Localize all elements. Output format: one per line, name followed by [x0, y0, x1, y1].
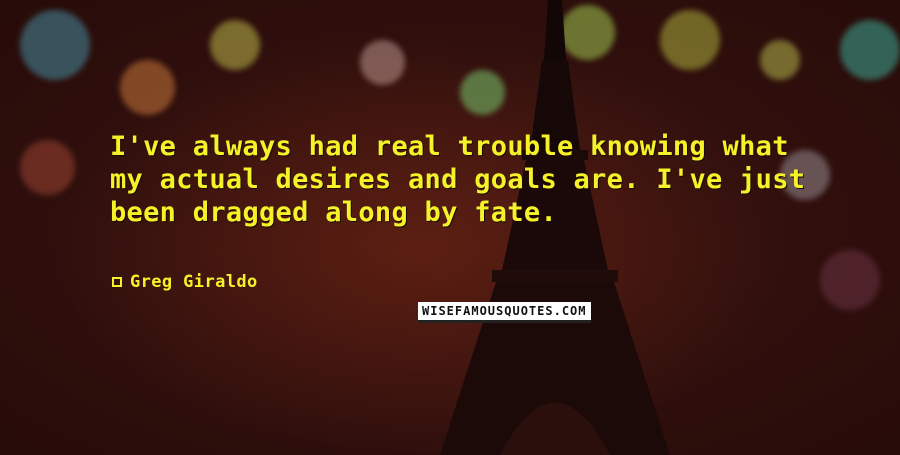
bokeh-light [840, 20, 900, 80]
bokeh-light [210, 20, 260, 70]
author-line: Greg Giraldo [112, 272, 258, 292]
bokeh-light [820, 250, 880, 310]
bokeh-light [20, 140, 75, 195]
bokeh-light [360, 40, 405, 85]
quote-text: I've always had real trouble knowing wha… [110, 131, 806, 228]
quote-author: Greg Giraldo [130, 272, 258, 292]
watermark: WISEFAMOUSQUOTES.COM [418, 302, 591, 323]
bullet-square-icon [112, 277, 122, 287]
bokeh-light [120, 60, 175, 115]
bokeh-light [760, 40, 800, 80]
bokeh-light [20, 10, 90, 80]
quote-block: I've always had real trouble knowing wha… [110, 130, 810, 229]
